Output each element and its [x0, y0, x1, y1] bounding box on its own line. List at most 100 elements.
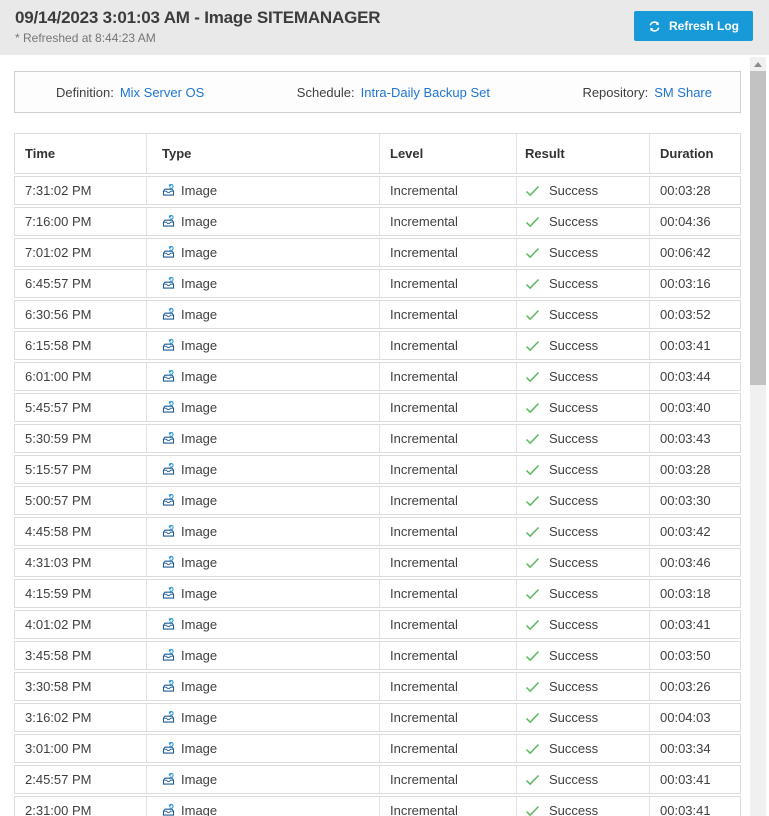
- table-row[interactable]: 4:15:59 PM Image Incremental Success 00:…: [14, 579, 741, 608]
- cell-level: Incremental: [379, 301, 516, 328]
- image-backup-icon: [162, 525, 175, 538]
- cell-type: Image: [146, 580, 379, 607]
- refresh-log-button[interactable]: Refresh Log: [633, 11, 753, 41]
- cell-result: Success: [516, 363, 649, 390]
- cell-level: Incremental: [379, 611, 516, 638]
- table-row[interactable]: 6:01:00 PM Image Incremental Success 00:…: [14, 362, 741, 391]
- scroll-up-button[interactable]: [750, 57, 766, 71]
- cell-type: Image: [146, 394, 379, 421]
- cell-duration: 00:03:41: [649, 332, 740, 359]
- result-label: Success: [549, 245, 599, 260]
- result-label: Success: [549, 369, 599, 384]
- cell-level: Incremental: [379, 518, 516, 545]
- table-row[interactable]: 5:00:57 PM Image Incremental Success 00:…: [14, 486, 741, 515]
- cell-duration: 00:06:42: [649, 239, 740, 266]
- cell-duration: 00:03:18: [649, 580, 740, 607]
- table-row[interactable]: 3:16:02 PM Image Incremental Success 00:…: [14, 703, 741, 732]
- table-row[interactable]: 4:31:03 PM Image Incremental Success 00:…: [14, 548, 741, 577]
- cell-level: Incremental: [379, 766, 516, 793]
- table-row[interactable]: 4:01:02 PM Image Incremental Success 00:…: [14, 610, 741, 639]
- type-label: Image: [181, 307, 218, 322]
- image-backup-icon: [162, 742, 175, 755]
- table-row[interactable]: 3:45:58 PM Image Incremental Success 00:…: [14, 641, 741, 670]
- column-header-time: Time: [25, 146, 56, 161]
- cell-level: Incremental: [379, 797, 516, 816]
- table-row[interactable]: 3:01:00 PM Image Incremental Success 00:…: [14, 734, 741, 763]
- definition-link[interactable]: Mix Server OS: [120, 85, 205, 100]
- cell-result: Success: [516, 208, 649, 235]
- cell-duration: 00:03:34: [649, 735, 740, 762]
- table-row[interactable]: 5:45:57 PM Image Incremental Success 00:…: [14, 393, 741, 422]
- cell-time: 5:15:57 PM: [25, 462, 92, 477]
- cell-time: 3:30:58 PM: [25, 679, 92, 694]
- success-check-icon: [525, 681, 540, 693]
- scrollbar-thumb[interactable]: [750, 71, 766, 385]
- image-backup-icon: [162, 246, 175, 259]
- column-header-level: Level: [379, 134, 516, 173]
- cell-time: 2:45:57 PM: [25, 772, 92, 787]
- success-check-icon: [525, 712, 540, 724]
- success-check-icon: [525, 526, 540, 538]
- repository-link[interactable]: SM Share: [654, 85, 712, 100]
- table-row[interactable]: 2:31:00 PM Image Incremental Success 00:…: [14, 796, 741, 816]
- cell-result: Success: [516, 766, 649, 793]
- success-check-icon: [525, 433, 540, 445]
- image-backup-icon: [162, 494, 175, 507]
- type-label: Image: [181, 493, 218, 508]
- table-row[interactable]: 4:45:58 PM Image Incremental Success 00:…: [14, 517, 741, 546]
- result-label: Success: [549, 679, 599, 694]
- cell-result: Success: [516, 239, 649, 266]
- success-check-icon: [525, 619, 540, 631]
- cell-level: Incremental: [379, 580, 516, 607]
- table-row[interactable]: 5:30:59 PM Image Incremental Success 00:…: [14, 424, 741, 453]
- type-label: Image: [181, 462, 218, 477]
- result-label: Success: [549, 276, 599, 291]
- cell-duration: 00:03:41: [649, 611, 740, 638]
- table-row[interactable]: 5:15:57 PM Image Incremental Success 00:…: [14, 455, 741, 484]
- table-row[interactable]: 6:45:57 PM Image Incremental Success 00:…: [14, 269, 741, 298]
- cell-result: Success: [516, 549, 649, 576]
- cell-time: 3:16:02 PM: [25, 710, 92, 725]
- cell-duration: 00:03:46: [649, 549, 740, 576]
- cell-type: Image: [146, 549, 379, 576]
- result-label: Success: [549, 710, 599, 725]
- cell-level: Incremental: [379, 332, 516, 359]
- result-label: Success: [549, 555, 599, 570]
- cell-result: Success: [516, 301, 649, 328]
- table-row[interactable]: 7:16:00 PM Image Incremental Success 00:…: [14, 207, 741, 236]
- table-row[interactable]: 7:31:02 PM Image Incremental Success 00:…: [14, 176, 741, 205]
- cell-time: 3:45:58 PM: [25, 648, 92, 663]
- cell-duration: 00:03:50: [649, 642, 740, 669]
- cell-time: 6:15:58 PM: [25, 338, 92, 353]
- success-check-icon: [525, 588, 540, 600]
- cell-type: Image: [146, 208, 379, 235]
- image-backup-icon: [162, 370, 175, 383]
- vertical-scrollbar[interactable]: [750, 57, 766, 816]
- table-row[interactable]: 7:01:02 PM Image Incremental Success 00:…: [14, 238, 741, 267]
- cell-result: Success: [516, 735, 649, 762]
- result-label: Success: [549, 803, 599, 816]
- success-check-icon: [525, 805, 540, 816]
- result-label: Success: [549, 586, 599, 601]
- cell-result: Success: [516, 580, 649, 607]
- image-backup-icon: [162, 308, 175, 321]
- image-backup-icon: [162, 184, 175, 197]
- image-backup-icon: [162, 680, 175, 693]
- table-row[interactable]: 6:15:58 PM Image Incremental Success 00:…: [14, 331, 741, 360]
- schedule-link[interactable]: Intra-Daily Backup Set: [361, 85, 490, 100]
- cell-duration: 00:04:03: [649, 704, 740, 731]
- cell-duration: 00:03:28: [649, 456, 740, 483]
- success-check-icon: [525, 247, 540, 259]
- table-row[interactable]: 3:30:58 PM Image Incremental Success 00:…: [14, 672, 741, 701]
- success-check-icon: [525, 495, 540, 507]
- page-title: 09/14/2023 3:01:03 AM - Image SITEMANAGE…: [15, 8, 381, 27]
- info-definition: Definition: Mix Server OS: [56, 85, 204, 100]
- success-check-icon: [525, 278, 540, 290]
- cell-time: 5:30:59 PM: [25, 431, 92, 446]
- table-row[interactable]: 6:30:56 PM Image Incremental Success 00:…: [14, 300, 741, 329]
- type-label: Image: [181, 245, 218, 260]
- table-row[interactable]: 2:45:57 PM Image Incremental Success 00:…: [14, 765, 741, 794]
- cell-duration: 00:03:43: [649, 425, 740, 452]
- cell-result: Success: [516, 673, 649, 700]
- cell-level: Incremental: [379, 177, 516, 204]
